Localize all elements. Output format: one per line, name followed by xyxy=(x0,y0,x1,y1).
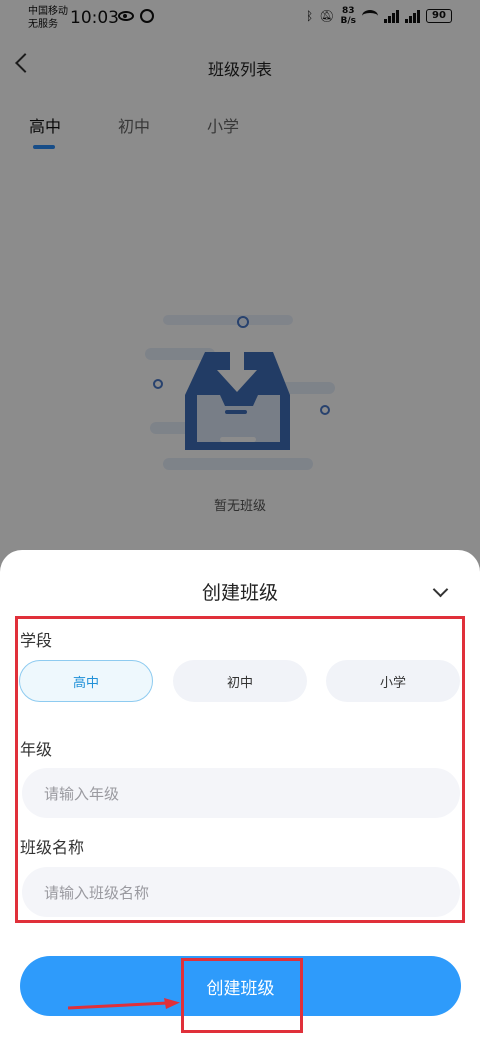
stage-option-middle-school[interactable]: 初中 xyxy=(173,660,307,702)
grade-label: 年级 xyxy=(20,740,53,759)
stage-label: 学段 xyxy=(20,631,53,650)
arrow-icon xyxy=(68,998,180,1010)
sheet-title: 创建班级 xyxy=(201,582,278,604)
button-highlight-box xyxy=(181,958,303,1033)
class-name-input[interactable]: 请输入班级名称 xyxy=(22,867,460,917)
class-name-label: 班级名称 xyxy=(20,838,85,857)
grade-input[interactable]: 请输入年级 xyxy=(22,768,460,818)
stage-option-primary-school[interactable]: 小学 xyxy=(326,660,460,702)
create-class-sheet: 创建班级 学段 高中 初中 小学 年级 请输入年级 班级名称 请输入班级名称 创… xyxy=(0,550,480,1040)
stage-option-high-school[interactable]: 高中 xyxy=(19,660,153,702)
